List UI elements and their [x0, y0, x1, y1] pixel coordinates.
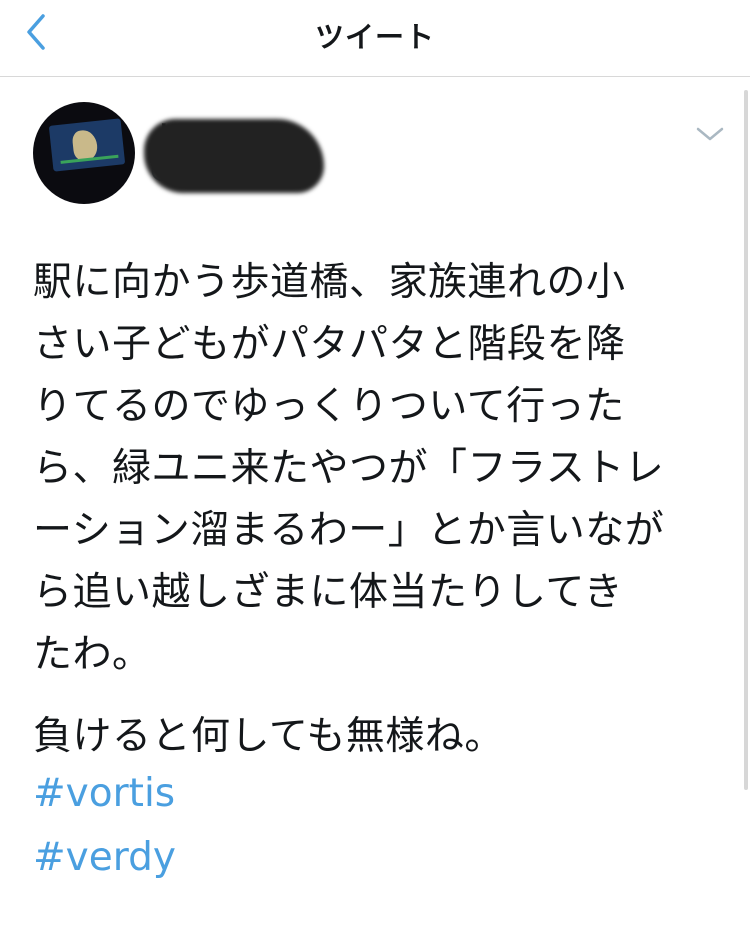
tweet-text-line: ーション溜まるわー」とか言いなが — [33, 508, 665, 553]
tweet-menu-button[interactable] — [690, 119, 730, 149]
scrollbar[interactable] — [744, 90, 748, 790]
tweet-text-line: りてるのでゆっくりついて行った — [33, 384, 625, 429]
author-info[interactable]: よこ @ — [144, 115, 330, 193]
tweet-text-line: 駅に向かう歩道橋、家族連れの小 — [33, 260, 626, 305]
navigation-bar: ツイート — [0, 0, 750, 77]
redaction-scribble — [144, 119, 324, 193]
page-title: ツイート — [314, 20, 435, 54]
hashtag-link[interactable]: #verdy — [33, 833, 176, 883]
tweet-text: 駅に向かう歩道橋、家族連れの小 さい子どもがパタパタと階段を降 りてるのでゆっく… — [33, 252, 723, 686]
tweet-text-closing: 負けると何しても無様ね。 — [33, 714, 504, 759]
tweet-detail: よこ @ 駅に向かう歩道橋、家族連れの小 さい子どもがパタパタと階段を降 りてる… — [0, 77, 750, 927]
chevron-down-icon — [696, 127, 724, 141]
avatar-image — [48, 118, 126, 172]
tweet-text-line: たわ。 — [33, 632, 152, 677]
tweet-text-line: ら、緑ユニ来たやつが「フラストレ — [33, 446, 665, 491]
tweet-text-line: ら追い越しざまに体当たりしてき — [33, 570, 624, 615]
hashtag-link[interactable]: #vortis — [33, 769, 175, 819]
tweet-text-line: さい子どもがパタパタと階段を降 — [33, 322, 626, 367]
avatar[interactable] — [33, 102, 135, 204]
